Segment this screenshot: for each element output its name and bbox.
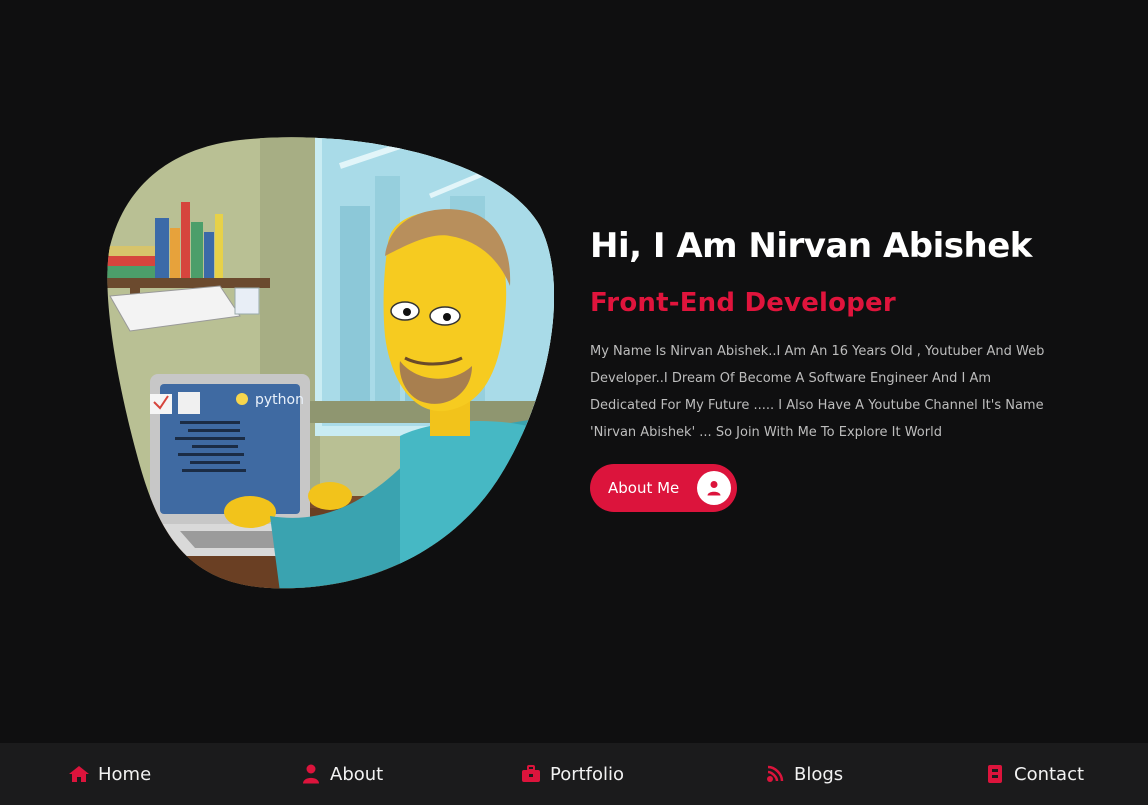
intro-block: Hi, I Am Nirvan Abishek Front-End Develo…	[590, 222, 1060, 512]
developer-illustration: python	[100, 136, 554, 592]
bottom-navigation: Home About Portfolio Blogs Contact	[0, 743, 1148, 805]
hero-subtitle: Front-End Developer	[590, 288, 896, 318]
nav-label-about: About	[330, 763, 384, 785]
laptop-logo-text: python	[255, 392, 304, 408]
nav-item-home[interactable]: Home	[68, 743, 151, 805]
blog-icon	[764, 763, 786, 785]
user-icon	[697, 471, 732, 505]
about-me-button[interactable]: About Me	[590, 464, 738, 512]
nav-item-contact[interactable]: Contact	[984, 743, 1084, 805]
nav-label-home: Home	[98, 763, 152, 785]
hero-title: Hi, I Am Nirvan Abishek	[590, 226, 1032, 266]
home-icon	[68, 763, 90, 785]
hero-description: My Name Is Nirvan Abishek..I Am An 16 Ye…	[590, 344, 1045, 440]
nav-label-portfolio: Portfolio	[550, 763, 625, 785]
user-icon	[300, 763, 322, 785]
nav-item-blogs[interactable]: Blogs	[764, 743, 843, 805]
about-me-button-label: About Me	[608, 479, 680, 497]
nav-label-blogs: Blogs	[794, 763, 844, 785]
contact-book-icon	[984, 763, 1006, 785]
nav-label-contact: Contact	[1014, 763, 1085, 785]
briefcase-icon	[520, 763, 542, 785]
hero-section: python Hi, I Am Nirvan Abishek Front-End…	[0, 0, 1148, 743]
nav-item-about[interactable]: About	[300, 743, 383, 805]
nav-item-portfolio[interactable]: Portfolio	[520, 743, 624, 805]
